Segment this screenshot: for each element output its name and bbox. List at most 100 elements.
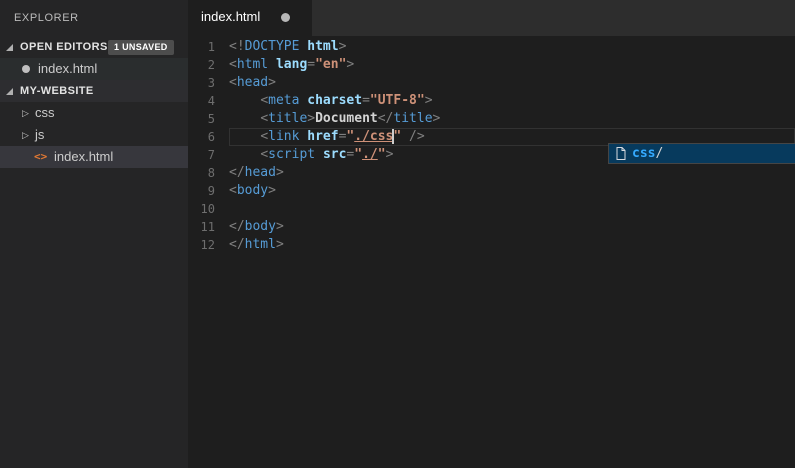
line-content[interactable]: <!DOCTYPE html> xyxy=(229,38,795,56)
code-line-4[interactable]: 4 <meta charset="UTF-8"> xyxy=(188,92,795,110)
token-pun: > xyxy=(386,147,394,162)
token-pun: > xyxy=(307,111,315,126)
suggest-item-css[interactable]: css / xyxy=(609,144,795,163)
html-file-icon: <> xyxy=(34,146,47,168)
chevron-expanded-icon xyxy=(6,44,13,51)
token-str: " xyxy=(378,147,386,162)
token-attr: lang xyxy=(276,57,307,72)
folder-name: js xyxy=(35,124,44,146)
line-number[interactable]: 11 xyxy=(188,218,229,236)
line-number[interactable]: 1 xyxy=(188,38,229,56)
explorer-sidebar: EXPLORER OPEN EDITORS 1 UNSAVED index.ht… xyxy=(0,0,188,468)
token-sp xyxy=(401,129,409,144)
token-tag: meta xyxy=(268,93,299,108)
token-str: " xyxy=(354,147,362,162)
tree-item-js-folder[interactable]: ▷ js xyxy=(0,124,188,146)
open-editors-header[interactable]: OPEN EDITORS 1 UNSAVED xyxy=(0,36,188,58)
line-number[interactable]: 12 xyxy=(188,236,229,254)
line-content[interactable]: <body> xyxy=(229,182,795,200)
line-content[interactable] xyxy=(229,200,795,218)
explorer-title: EXPLORER xyxy=(0,0,188,36)
folder-root-my-website[interactable]: MY-WEBSITE xyxy=(0,80,188,102)
line-number[interactable]: 3 xyxy=(188,74,229,92)
token-sp xyxy=(229,129,260,144)
open-editors-label: OPEN EDITORS xyxy=(20,36,108,58)
line-number[interactable]: 7 xyxy=(188,146,229,164)
token-attr: html xyxy=(307,39,338,54)
code-line-9[interactable]: 9<body> xyxy=(188,182,795,200)
token-pun: > xyxy=(268,75,276,90)
line-number[interactable]: 8 xyxy=(188,164,229,182)
open-editor-item-index-html[interactable]: index.html xyxy=(0,58,188,80)
tab-title: index.html xyxy=(201,9,260,24)
folder-name: css xyxy=(35,102,55,124)
token-tag: html xyxy=(237,57,268,72)
code-line-8[interactable]: 8</head> xyxy=(188,164,795,182)
line-content[interactable]: <meta charset="UTF-8"> xyxy=(229,92,795,110)
code-line-3[interactable]: 3<head> xyxy=(188,74,795,92)
token-tag: script xyxy=(268,147,315,162)
token-pun: < xyxy=(260,93,268,108)
token-sp xyxy=(229,93,260,108)
code-line-2[interactable]: 2<html lang="en"> xyxy=(188,56,795,74)
token-pun: > xyxy=(433,111,441,126)
token-str: "en" xyxy=(315,57,346,72)
line-number[interactable]: 9 xyxy=(188,182,229,200)
token-pun: < xyxy=(260,129,268,144)
code-line-10[interactable]: 10 xyxy=(188,200,795,218)
token-pun: > xyxy=(268,183,276,198)
token-sp xyxy=(315,147,323,162)
token-tag: DOCTYPE xyxy=(245,39,300,54)
line-content[interactable]: <head> xyxy=(229,74,795,92)
code-line-1[interactable]: 1<!DOCTYPE html> xyxy=(188,38,795,56)
line-number[interactable]: 4 xyxy=(188,92,229,110)
line-content[interactable]: <title>Document</title> xyxy=(229,110,795,128)
token-pun: < xyxy=(260,111,268,126)
modified-dot-icon xyxy=(22,65,30,73)
token-pun: > xyxy=(276,165,284,180)
suggest-label-rest: / xyxy=(655,146,663,161)
code-line-12[interactable]: 12</html> xyxy=(188,236,795,254)
open-editor-filename: index.html xyxy=(38,58,97,80)
tab-index-html[interactable]: index.html xyxy=(188,0,312,36)
suggest-widget: css / xyxy=(608,143,795,164)
token-pun: = xyxy=(307,57,315,72)
suggest-label-match: css xyxy=(632,146,655,161)
token-tag: link xyxy=(268,129,299,144)
token-tag: title xyxy=(393,111,432,126)
token-pun: < xyxy=(229,183,237,198)
token-pun: </ xyxy=(229,165,245,180)
tree-item-css-folder[interactable]: ▷ css xyxy=(0,102,188,124)
line-content[interactable]: </head> xyxy=(229,164,795,182)
token-pun: </ xyxy=(229,237,245,252)
token-txt: Document xyxy=(315,111,378,126)
line-content[interactable]: </body> xyxy=(229,218,795,236)
root-folder-label: MY-WEBSITE xyxy=(20,80,94,102)
editor-group: index.html 1<!DOCTYPE html>2<html lang="… xyxy=(188,0,795,468)
token-tag: body xyxy=(237,183,268,198)
line-number[interactable]: 2 xyxy=(188,56,229,74)
line-content[interactable]: </html> xyxy=(229,236,795,254)
token-link: ./ xyxy=(362,147,378,162)
unsaved-count-badge: 1 UNSAVED xyxy=(108,40,174,55)
token-pun: > xyxy=(276,237,284,252)
line-number[interactable]: 10 xyxy=(188,200,229,218)
token-pun: < xyxy=(229,57,237,72)
token-pun: > xyxy=(276,219,284,234)
line-content[interactable]: <html lang="en"> xyxy=(229,56,795,74)
code-line-11[interactable]: 11</body> xyxy=(188,218,795,236)
code-line-5[interactable]: 5 <title>Document</title> xyxy=(188,110,795,128)
tree-filename: index.html xyxy=(54,146,113,168)
token-str: "UTF-8" xyxy=(370,93,425,108)
token-pun: <! xyxy=(229,39,245,54)
chevron-collapsed-icon: ▷ xyxy=(22,102,29,124)
line-number[interactable]: 6 xyxy=(188,128,229,146)
token-pun: /> xyxy=(409,129,425,144)
tab-modified-dot-icon[interactable] xyxy=(281,13,290,22)
token-tag: html xyxy=(245,237,276,252)
token-pun: < xyxy=(229,75,237,90)
token-tag: title xyxy=(268,111,307,126)
line-number[interactable]: 5 xyxy=(188,110,229,128)
tree-item-index-html[interactable]: <> index.html xyxy=(0,146,188,168)
file-icon xyxy=(616,147,626,160)
